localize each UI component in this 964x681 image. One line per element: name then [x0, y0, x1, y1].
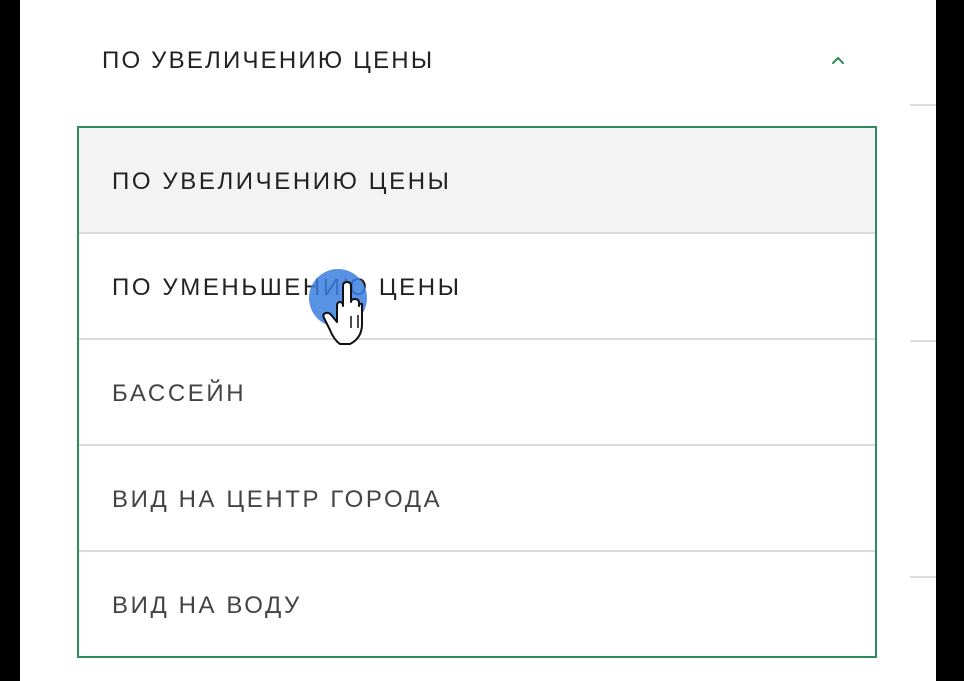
- sort-options-list: ПО УВЕЛИЧЕНИЮ ЦЕНЫ ПО УМЕНЬШЕНИЮ ЦЕНЫ БА…: [77, 126, 877, 658]
- sort-option-city-view[interactable]: ВИД НА ЦЕНТР ГОРОДА: [79, 446, 875, 552]
- page: ПО УВЕЛИЧЕНИЮ ЦЕНЫ ПО УВЕЛИЧЕНИЮ ЦЕНЫ ПО…: [20, 0, 936, 681]
- sort-option-price-ascending[interactable]: ПО УВЕЛИЧЕНИЮ ЦЕНЫ: [79, 128, 875, 234]
- option-label: ПО УМЕНЬШЕНИЮ ЦЕНЫ: [112, 274, 462, 301]
- chevron-up-icon: [832, 57, 844, 64]
- option-label: ВИД НА ЦЕНТР ГОРОДА: [112, 486, 443, 513]
- sort-dropdown-toggle[interactable]: ПО УВЕЛИЧЕНИЮ ЦЕНЫ: [100, 30, 880, 90]
- divider: [910, 576, 936, 578]
- sort-option-price-descending[interactable]: ПО УМЕНЬШЕНИЮ ЦЕНЫ: [79, 234, 875, 340]
- sort-option-pool[interactable]: БАССЕЙН: [79, 340, 875, 446]
- divider: [910, 104, 936, 106]
- sort-current-label: ПО УВЕЛИЧЕНИЮ ЦЕНЫ: [102, 47, 435, 74]
- option-label: БАССЕЙН: [112, 380, 247, 407]
- sort-option-water-view[interactable]: ВИД НА ВОДУ: [79, 552, 875, 658]
- option-label: ПО УВЕЛИЧЕНИЮ ЦЕНЫ: [112, 168, 452, 195]
- divider: [910, 340, 936, 342]
- option-label: ВИД НА ВОДУ: [112, 592, 302, 619]
